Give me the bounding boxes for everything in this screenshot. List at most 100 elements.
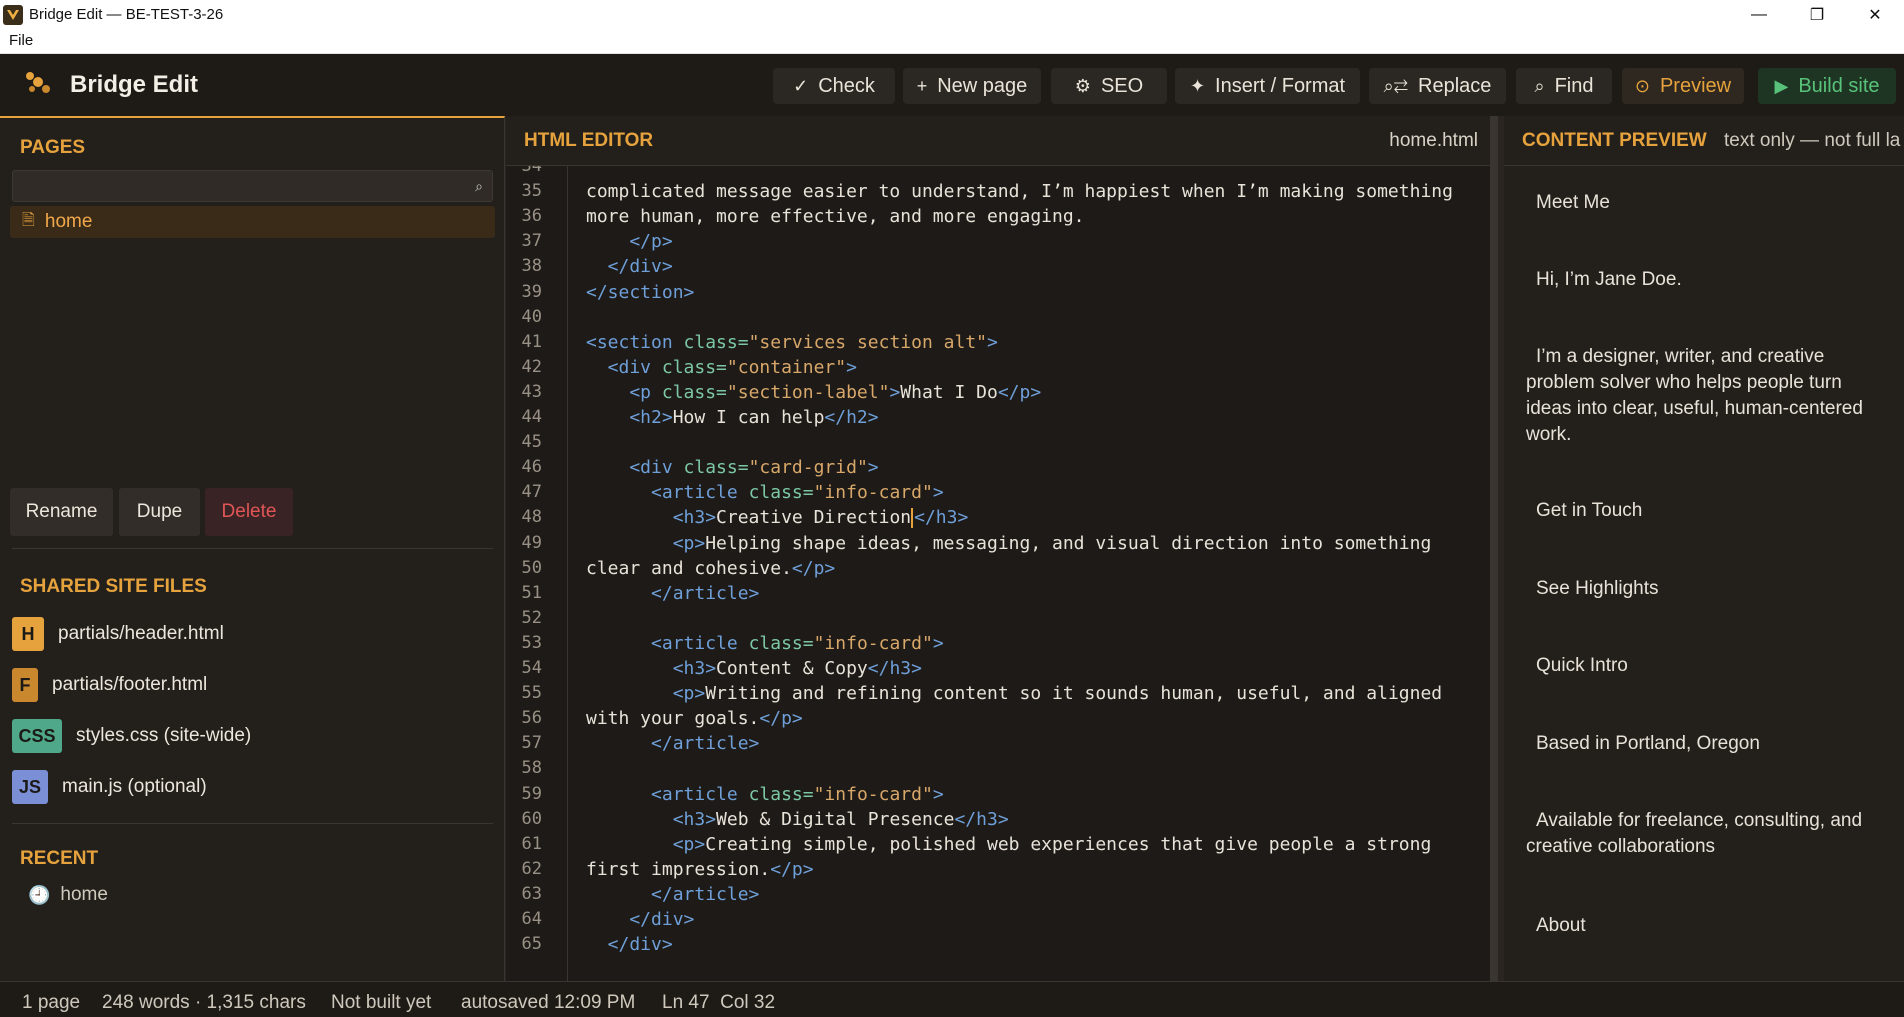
code-token: </article> bbox=[586, 883, 760, 905]
js-badge: JS bbox=[12, 770, 48, 804]
html-editor-panel: HTML EDITOR home.html 34 35 36 37 38 39 40 41 42… bbox=[506, 116, 1498, 981]
code-token: class= bbox=[661, 356, 727, 378]
status-autosave: autosaved 12:09 PM bbox=[461, 992, 636, 1013]
code-token: class= bbox=[748, 632, 814, 654]
plus-icon: + bbox=[916, 75, 928, 96]
code-token: </h2> bbox=[824, 407, 879, 428]
line-number: 38 bbox=[521, 256, 542, 277]
line-number: 61 bbox=[521, 833, 542, 854]
dupe-button[interactable]: Dupe bbox=[119, 488, 200, 536]
divider bbox=[12, 823, 493, 824]
restore-icon[interactable]: ❐ bbox=[1788, 0, 1846, 29]
shared-files-title: SHARED SITE FILES bbox=[20, 576, 207, 597]
code-line: <article class="info-card"> bbox=[586, 782, 944, 807]
preview-button[interactable]: ⊙ Preview bbox=[1622, 68, 1744, 104]
code-token: > bbox=[932, 632, 944, 654]
search-icon: ⌕ bbox=[1534, 75, 1545, 96]
code-line: <div class="card-grid"> bbox=[586, 455, 879, 480]
preview-item: Get in Touch bbox=[1536, 500, 1643, 521]
code-line: <h3>Creative Direction </h3> bbox=[586, 505, 968, 530]
check-button[interactable]: ✓ Check bbox=[773, 68, 895, 104]
line-number: 59 bbox=[521, 783, 542, 804]
code-token: Creative Direction bbox=[716, 507, 912, 529]
line-number: 53 bbox=[521, 632, 542, 653]
line-number: 50 bbox=[521, 557, 542, 578]
code-line: <section class="services section alt"> bbox=[586, 330, 998, 355]
replace-icon: ⌕⇄ bbox=[1383, 75, 1409, 96]
preview-circle-icon: ⊙ bbox=[1634, 75, 1650, 96]
line-number-gutter: 34 35 36 37 38 39 40 41 42 43 44 45 46 47 48 49 50 51 52 53… bbox=[506, 166, 568, 981]
code-token: </p> bbox=[791, 557, 836, 579]
preview-title: CONTENT PREVIEW bbox=[1522, 130, 1707, 151]
code-line: </p> bbox=[586, 229, 673, 254]
line-number: 56 bbox=[521, 708, 542, 729]
line-number: 44 bbox=[521, 407, 542, 427]
line-number: 43 bbox=[521, 381, 542, 402]
recent-item-home[interactable]: 🕘 home bbox=[28, 884, 108, 906]
code-token: </h3> bbox=[914, 507, 969, 529]
rename-button[interactable]: Rename bbox=[10, 488, 113, 536]
code-token: <p> bbox=[586, 833, 706, 855]
replace-button[interactable]: ⌕⇄ Replace bbox=[1369, 68, 1506, 104]
code-token: <article bbox=[586, 482, 749, 504]
code-line: <div class="container"> bbox=[586, 355, 857, 380]
line-number: 40 bbox=[521, 306, 542, 327]
new-page-button[interactable]: + New page bbox=[903, 68, 1041, 104]
shared-file-js[interactable]: JS main.js (optional) bbox=[12, 769, 207, 805]
find-button[interactable]: ⌕ Find bbox=[1516, 68, 1612, 104]
code-line: <h2>How I can help</h2> bbox=[586, 405, 879, 430]
code-token: Writing and refining content so it sound… bbox=[705, 683, 1443, 705]
footer-badge: F bbox=[12, 668, 38, 702]
page-item-home[interactable]: 🗎 home bbox=[10, 206, 495, 238]
code-line: </div> bbox=[586, 254, 673, 279]
menu-file[interactable]: File bbox=[9, 32, 33, 49]
code-token: class= bbox=[661, 381, 727, 403]
seo-button[interactable]: ⚙ SEO bbox=[1051, 68, 1167, 104]
code-token: class= bbox=[683, 457, 749, 479]
brand-logo-icon bbox=[24, 70, 52, 101]
sparkle-icon: ✦ bbox=[1189, 75, 1206, 96]
code-editor[interactable]: complicated message easier to understand… bbox=[578, 166, 1490, 981]
line-number: 57 bbox=[521, 733, 542, 754]
brand-name: Bridge Edit bbox=[70, 71, 199, 98]
shared-file-footer[interactable]: F partials/footer.html bbox=[12, 667, 207, 703]
code-line: first impression.</p> bbox=[586, 857, 814, 882]
code-token: <article bbox=[586, 632, 749, 654]
code-token: </h3> bbox=[867, 658, 922, 679]
minimize-icon[interactable]: — bbox=[1730, 0, 1788, 29]
page-search-input[interactable]: ⌕ bbox=[12, 170, 493, 202]
insert-format-button[interactable]: ✦ Insert / Format bbox=[1175, 68, 1360, 104]
code-token: > bbox=[846, 356, 857, 378]
code-token: > bbox=[889, 381, 901, 403]
status-bar: 1 page 248 words · 1,315 chars Not built… bbox=[0, 981, 1904, 1017]
code-token: <div bbox=[586, 356, 662, 378]
play-icon: ▶ bbox=[1774, 75, 1789, 96]
line-number: 62 bbox=[521, 858, 542, 879]
sidebar: PAGES ⌕ 🗎 home Rename Dupe Delete SHARED… bbox=[0, 116, 505, 981]
status-cursor-position: Ln 47 Col 32 bbox=[662, 992, 776, 1013]
close-icon[interactable]: ✕ bbox=[1846, 0, 1904, 29]
code-token: </p> bbox=[586, 231, 673, 253]
shared-file-header[interactable]: H partials/header.html bbox=[12, 616, 224, 652]
build-site-button[interactable]: ▶ Build site bbox=[1758, 68, 1896, 104]
code-token: class= bbox=[748, 482, 814, 504]
line-number: 55 bbox=[521, 683, 542, 704]
line-number: 48 bbox=[521, 507, 542, 528]
shared-file-css[interactable]: CSS styles.css (site-wide) bbox=[12, 718, 251, 754]
code-line: </div> bbox=[586, 907, 694, 932]
code-token: Web & Digital Presence bbox=[716, 808, 955, 830]
code-token: <article bbox=[586, 783, 749, 805]
code-token: <div bbox=[586, 457, 684, 479]
code-token: <p> bbox=[586, 532, 706, 554]
code-token: clear and cohesive. bbox=[586, 557, 792, 579]
code-token: <p> bbox=[586, 683, 706, 705]
preview-item: Based in Portland, Oregon bbox=[1536, 733, 1760, 754]
line-number: 64 bbox=[521, 909, 542, 929]
line-number: 46 bbox=[521, 457, 542, 478]
code-token: </p> bbox=[759, 708, 803, 730]
delete-button[interactable]: Delete bbox=[205, 488, 293, 536]
preview-item: Quick Intro bbox=[1536, 655, 1628, 676]
code-token: "container" bbox=[726, 356, 847, 378]
line-number: 51 bbox=[521, 582, 542, 603]
code-token: > bbox=[867, 457, 879, 479]
